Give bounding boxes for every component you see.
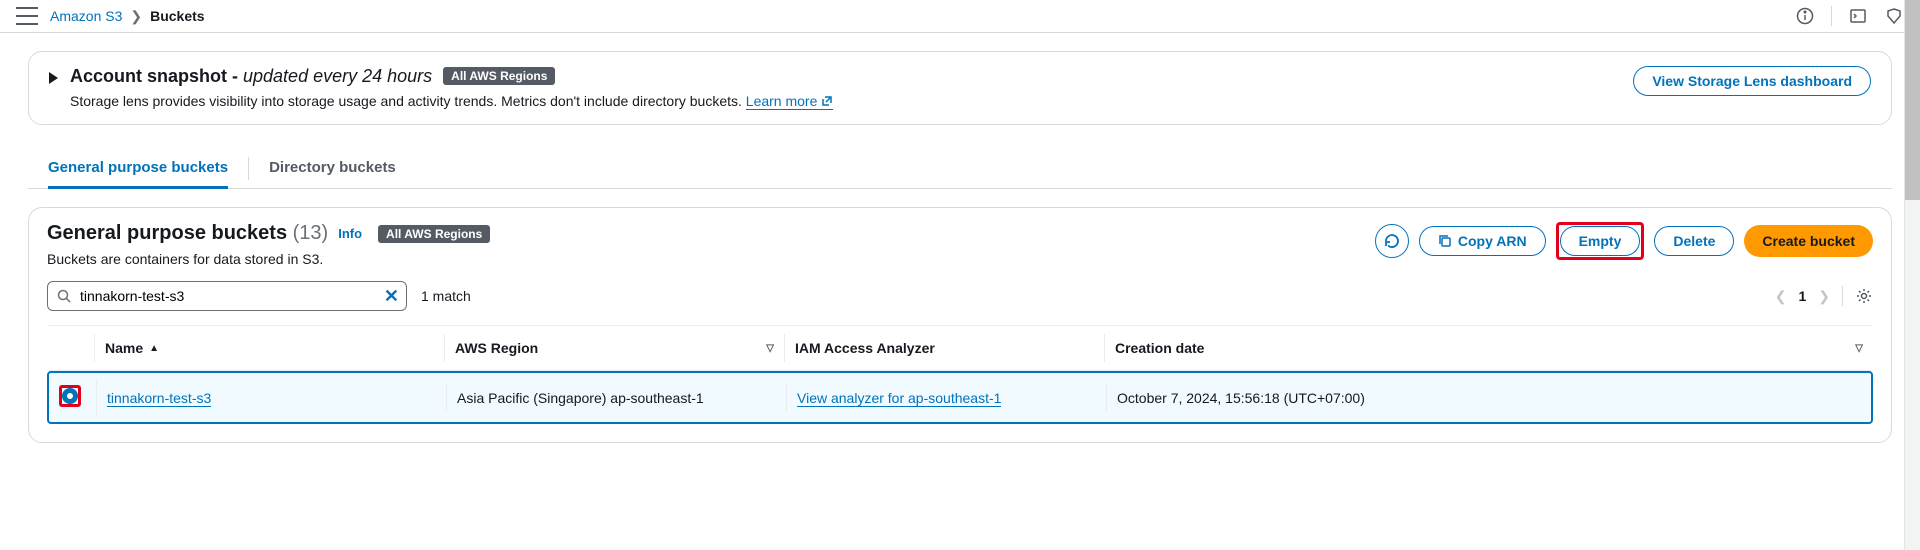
separator xyxy=(1842,286,1843,306)
row-iam-cell: View analyzer for ap-southeast-1 xyxy=(787,384,1107,412)
col-name-label: Name xyxy=(105,340,143,356)
info-link[interactable]: Info xyxy=(338,226,362,241)
col-date-label: Creation date xyxy=(1115,340,1204,356)
iam-analyzer-link[interactable]: View analyzer for ap-southeast-1 xyxy=(797,390,1001,407)
sort-asc-icon: ▲ xyxy=(149,343,159,354)
search-input[interactable] xyxy=(47,281,407,311)
filter-icon[interactable]: ▽ xyxy=(1855,343,1863,354)
account-snapshot-panel: Account snapshot - updated every 24 hour… xyxy=(28,51,1892,125)
prev-page-icon[interactable]: ❮ xyxy=(1775,288,1787,305)
external-link-icon xyxy=(821,95,833,107)
snapshot-desc-text: Storage lens provides visibility into st… xyxy=(70,93,746,109)
top-bar-left: Amazon S3 ❯ Buckets xyxy=(16,7,205,25)
create-bucket-button[interactable]: Create bucket xyxy=(1744,225,1873,257)
tab-directory[interactable]: Directory buckets xyxy=(269,149,396,188)
delete-button[interactable]: Delete xyxy=(1654,226,1734,256)
row-date-cell: October 7, 2024, 15:56:18 (UTC+07:00) xyxy=(1107,384,1871,412)
info-circle-icon[interactable] xyxy=(1795,6,1815,26)
top-bar: Amazon S3 ❯ Buckets xyxy=(0,0,1920,33)
settings-shield-icon[interactable] xyxy=(1884,6,1904,26)
section-description: Buckets are containers for data stored i… xyxy=(47,251,490,267)
empty-button-highlight: Empty xyxy=(1556,222,1645,260)
row-name-cell: tinnakorn-test-s3 xyxy=(97,384,447,412)
pagination: ❮ 1 ❯ xyxy=(1775,286,1873,306)
snapshot-title-suffix: updated every 24 hours xyxy=(243,66,432,86)
col-name[interactable]: Name ▲ xyxy=(95,334,445,362)
section-actions: Copy ARN Empty Delete Create bucket xyxy=(1375,222,1873,260)
snapshot-left: Account snapshot - updated every 24 hour… xyxy=(49,66,833,110)
row-radio-highlight xyxy=(59,385,81,407)
chevron-right-icon: ❯ xyxy=(130,8,142,25)
match-count: 1 match xyxy=(421,288,471,304)
col-iam-label: IAM Access Analyzer xyxy=(795,340,935,356)
col-date[interactable]: Creation date ▽ xyxy=(1105,334,1873,362)
col-iam[interactable]: IAM Access Analyzer xyxy=(785,334,1105,362)
buckets-table: Name ▲ AWS Region ▽ IAM Access Analyzer … xyxy=(47,325,1873,424)
copy-icon xyxy=(1438,234,1452,248)
clear-search-icon[interactable]: ✕ xyxy=(384,286,399,307)
cloudshell-icon[interactable] xyxy=(1848,6,1868,26)
top-bar-icons xyxy=(1795,6,1904,26)
vertical-scrollbar[interactable] xyxy=(1904,0,1920,550)
regions-badge: All AWS Regions xyxy=(378,225,490,243)
breadcrumb-current: Buckets xyxy=(150,8,204,24)
next-page-icon[interactable]: ❯ xyxy=(1818,288,1830,305)
bucket-name-link[interactable]: tinnakorn-test-s3 xyxy=(107,390,211,407)
expand-caret-icon[interactable] xyxy=(49,72,58,84)
page-number: 1 xyxy=(1798,288,1806,304)
section-count: (13) xyxy=(293,222,329,244)
refresh-button[interactable] xyxy=(1375,224,1409,258)
breadcrumb: Amazon S3 ❯ Buckets xyxy=(50,8,205,25)
bucket-type-tabs: General purpose buckets Directory bucket… xyxy=(28,149,1892,189)
search-icon xyxy=(57,289,71,303)
tab-general-purpose[interactable]: General purpose buckets xyxy=(48,149,228,189)
breadcrumb-root-link[interactable]: Amazon S3 xyxy=(50,8,122,24)
row-select-cell xyxy=(49,379,97,416)
copy-arn-label: Copy ARN xyxy=(1458,233,1527,249)
section-title-text: General purpose buckets xyxy=(47,222,287,244)
table-row[interactable]: tinnakorn-test-s3 Asia Pacific (Singapor… xyxy=(47,371,1873,424)
table-header: Name ▲ AWS Region ▽ IAM Access Analyzer … xyxy=(47,325,1873,371)
view-storage-lens-button[interactable]: View Storage Lens dashboard xyxy=(1633,66,1871,96)
search-row: ✕ 1 match ❮ 1 ❯ xyxy=(47,281,1873,311)
section-title-wrap: General purpose buckets (13) Info All AW… xyxy=(47,222,490,245)
row-radio[interactable] xyxy=(62,388,78,404)
col-region-label: AWS Region xyxy=(455,340,538,356)
snapshot-heading: Account snapshot - updated every 24 hour… xyxy=(70,66,833,87)
snapshot-description: Storage lens provides visibility into st… xyxy=(70,93,833,110)
separator xyxy=(1831,6,1832,26)
search-box: ✕ xyxy=(47,281,407,311)
empty-button[interactable]: Empty xyxy=(1560,226,1641,256)
learn-more-label: Learn more xyxy=(746,93,818,109)
buckets-section: General purpose buckets (13) Info All AW… xyxy=(28,207,1892,443)
section-title: General purpose buckets (13) xyxy=(47,222,328,245)
filter-icon[interactable]: ▽ xyxy=(766,343,774,354)
table-settings-icon[interactable] xyxy=(1855,287,1873,305)
regions-badge: All AWS Regions xyxy=(443,67,555,85)
snapshot-title-prefix: Account snapshot - xyxy=(70,66,243,86)
col-select xyxy=(47,334,95,362)
search-left: ✕ 1 match xyxy=(47,281,471,311)
tab-separator xyxy=(248,157,249,180)
menu-icon[interactable] xyxy=(16,7,38,25)
learn-more-link[interactable]: Learn more xyxy=(746,93,834,110)
row-region-cell: Asia Pacific (Singapore) ap-southeast-1 xyxy=(447,384,787,412)
section-header: General purpose buckets (13) Info All AW… xyxy=(47,222,1873,267)
col-region[interactable]: AWS Region ▽ xyxy=(445,334,785,362)
scroll-thumb[interactable] xyxy=(1905,0,1920,200)
copy-arn-button[interactable]: Copy ARN xyxy=(1419,226,1546,256)
